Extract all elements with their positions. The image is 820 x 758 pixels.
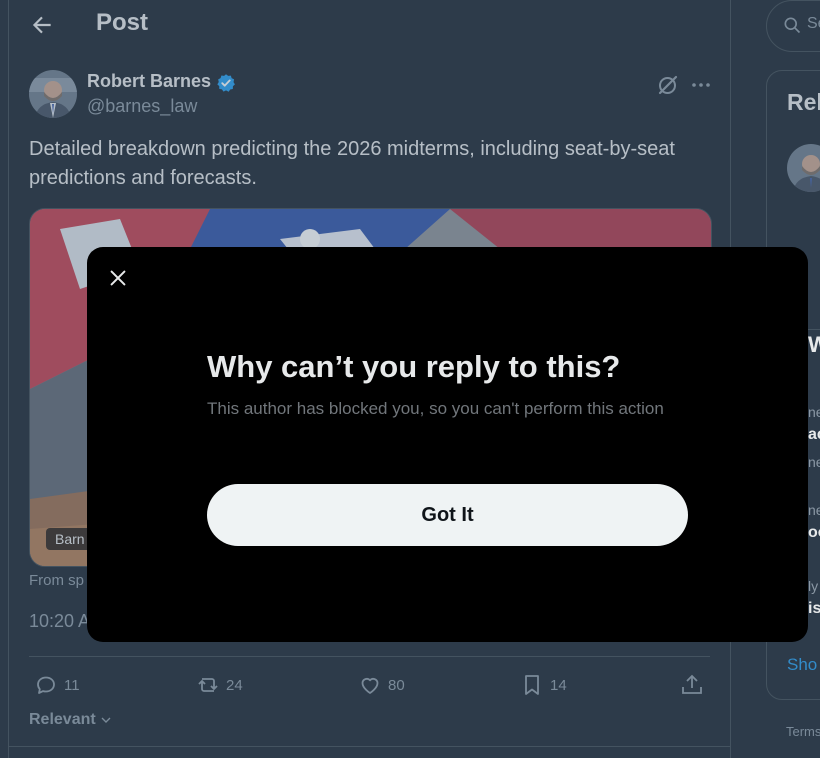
trend-fragment: ne [808, 502, 820, 518]
trend-fragment: ne [808, 404, 820, 420]
close-button[interactable] [105, 265, 131, 291]
trend-fragment[interactable]: oo [808, 524, 820, 542]
page: Post Robert Barnes @barnes_law Detailed … [0, 0, 820, 758]
close-icon [110, 270, 126, 286]
trend-fragment: ly [808, 578, 819, 594]
dialog-title: Why can’t you reply to this? [207, 349, 621, 384]
dialog-message: This author has blocked you, so you can'… [207, 399, 664, 418]
trend-fragment: ne [808, 454, 820, 470]
trend-fragment[interactable]: is [808, 600, 820, 618]
reply-restricted-dialog: Why can’t you reply to this? This author… [87, 247, 808, 642]
got-it-button[interactable]: Got It [207, 484, 688, 546]
trend-fragment[interactable]: ac [808, 426, 820, 444]
modal-overlay[interactable]: Why can’t you reply to this? This author… [0, 0, 820, 758]
trends-title: Wh [808, 332, 820, 357]
